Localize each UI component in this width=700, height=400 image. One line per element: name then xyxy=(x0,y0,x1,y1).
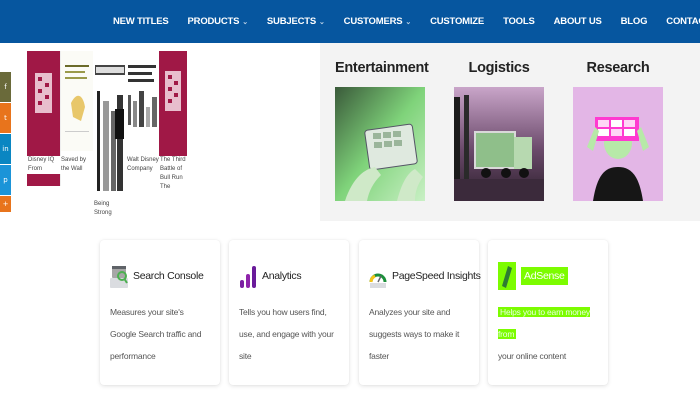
social-glyph: p xyxy=(3,176,8,184)
category-research[interactable]: Research xyxy=(573,60,663,201)
nav-products[interactable]: PRODUCTS ⌄ xyxy=(187,16,249,27)
pinterest-icon[interactable]: p xyxy=(0,165,11,195)
book-cover-art xyxy=(159,51,187,151)
card-title: AdSense xyxy=(521,267,568,285)
nav-customize[interactable]: CUSTOMIZE xyxy=(430,16,484,27)
card-analytics[interactable]: Analytics Tells you how users find, use,… xyxy=(229,240,349,385)
nav-label: CUSTOMERS xyxy=(343,16,403,27)
card-header: Search Console xyxy=(110,262,210,290)
category-title: Entertainment xyxy=(335,60,429,76)
social-glyph: + xyxy=(2,200,9,208)
twitter-icon[interactable]: t xyxy=(0,103,11,133)
analytics-icon xyxy=(240,266,256,288)
nav-contact-us[interactable]: CONTACT US xyxy=(666,16,700,27)
book-caption: Walt Disney Company xyxy=(126,156,160,174)
book-cover-art xyxy=(27,51,60,151)
book-caption: Being Strong xyxy=(93,200,127,218)
book-carousel: Disney IQ From Saved by the Wall Being S… xyxy=(0,43,320,221)
category-entertainment[interactable]: Entertainment xyxy=(335,60,429,201)
search-console-icon xyxy=(110,266,128,288)
nav-label: CUSTOMIZE xyxy=(430,16,485,27)
nav-label: SUBJECTS xyxy=(266,16,316,27)
cube-puzzle-illustration xyxy=(573,87,663,201)
nav-new-titles[interactable]: NEW TITLES xyxy=(113,16,169,27)
more-icon[interactable]: + xyxy=(0,196,11,212)
book-cover-art xyxy=(61,51,93,151)
category-title: Logistics xyxy=(468,60,530,76)
card-title: Search Console xyxy=(133,270,204,282)
card-title: PageSpeed Insights xyxy=(392,270,481,282)
entertainment-image xyxy=(335,87,425,201)
category-title: Research xyxy=(586,60,650,76)
highlighted-text: Helps you to earn money from xyxy=(498,307,590,339)
book-caption: Disney IQ From xyxy=(27,156,61,174)
card-description: Analyzes your site and suggests ways to … xyxy=(369,307,460,361)
nav-customers[interactable]: CUSTOMERS ⌄ xyxy=(343,16,412,27)
book-caption: Saved by the Wall xyxy=(60,156,94,174)
tablet-hands-illustration xyxy=(335,87,425,201)
social-glyph: in xyxy=(2,145,9,153)
chevron-down-icon: ⌄ xyxy=(242,18,248,26)
card-description: Helps you to earn money from your online… xyxy=(498,301,598,367)
book-cover-art xyxy=(93,51,126,201)
nav-label: CONTACT US xyxy=(666,16,700,27)
adsense-icon xyxy=(498,262,516,290)
nav-about-us[interactable]: ABOUT US xyxy=(554,16,602,27)
book-cover[interactable] xyxy=(93,51,126,201)
description-rest: your online content xyxy=(498,351,567,361)
card-search-console[interactable]: Search Console Measures your site's Goog… xyxy=(100,240,220,385)
category-logistics[interactable]: Logistics xyxy=(454,60,544,201)
truck-illustration xyxy=(454,87,544,201)
nav-label: PRODUCTS xyxy=(187,16,240,27)
facebook-icon[interactable]: f xyxy=(0,72,11,102)
nav-label: NEW TITLES xyxy=(113,16,169,27)
card-adsense[interactable]: AdSense Helps you to earn money from you… xyxy=(488,240,608,385)
chevron-down-icon: ⌄ xyxy=(319,18,325,26)
book-cover-art xyxy=(126,51,159,151)
social-glyph: t xyxy=(4,114,7,122)
card-title: Analytics xyxy=(262,270,302,282)
nav-subjects[interactable]: SUBJECTS ⌄ xyxy=(267,16,325,27)
book-caption: The Third Battle of Bull Run The xyxy=(159,156,189,192)
card-header: Analytics xyxy=(239,262,339,290)
pagespeed-icon xyxy=(369,273,387,288)
top-navigation: NEW TITLES PRODUCTS ⌄ SUBJECTS ⌄ CUSTOMERS… xyxy=(0,0,700,43)
hero-section: Disney IQ From Saved by the Wall Being S… xyxy=(0,43,700,221)
nav-label: TOOLS xyxy=(503,16,535,27)
logistics-image xyxy=(454,87,544,201)
card-pagespeed[interactable]: PageSpeed Insights Analyzes your site an… xyxy=(359,240,481,385)
card-description: Measures your site's Google Search traff… xyxy=(110,307,202,361)
social-glyph: f xyxy=(4,83,7,91)
chevron-down-icon: ⌄ xyxy=(405,18,412,26)
card-header: PageSpeed Insights xyxy=(369,262,481,290)
social-share-sidebar: f t in p + xyxy=(0,72,11,213)
nav-blog[interactable]: BLOG xyxy=(621,16,648,27)
card-description: Tells you how users find, use, and engag… xyxy=(239,307,334,361)
nav-label: BLOG xyxy=(620,16,648,27)
research-image xyxy=(573,87,663,201)
nav-label: ABOUT US xyxy=(553,16,602,27)
nav-tools[interactable]: TOOLS xyxy=(503,16,535,27)
card-header: AdSense xyxy=(498,262,598,290)
linkedin-icon[interactable]: in xyxy=(0,134,11,164)
